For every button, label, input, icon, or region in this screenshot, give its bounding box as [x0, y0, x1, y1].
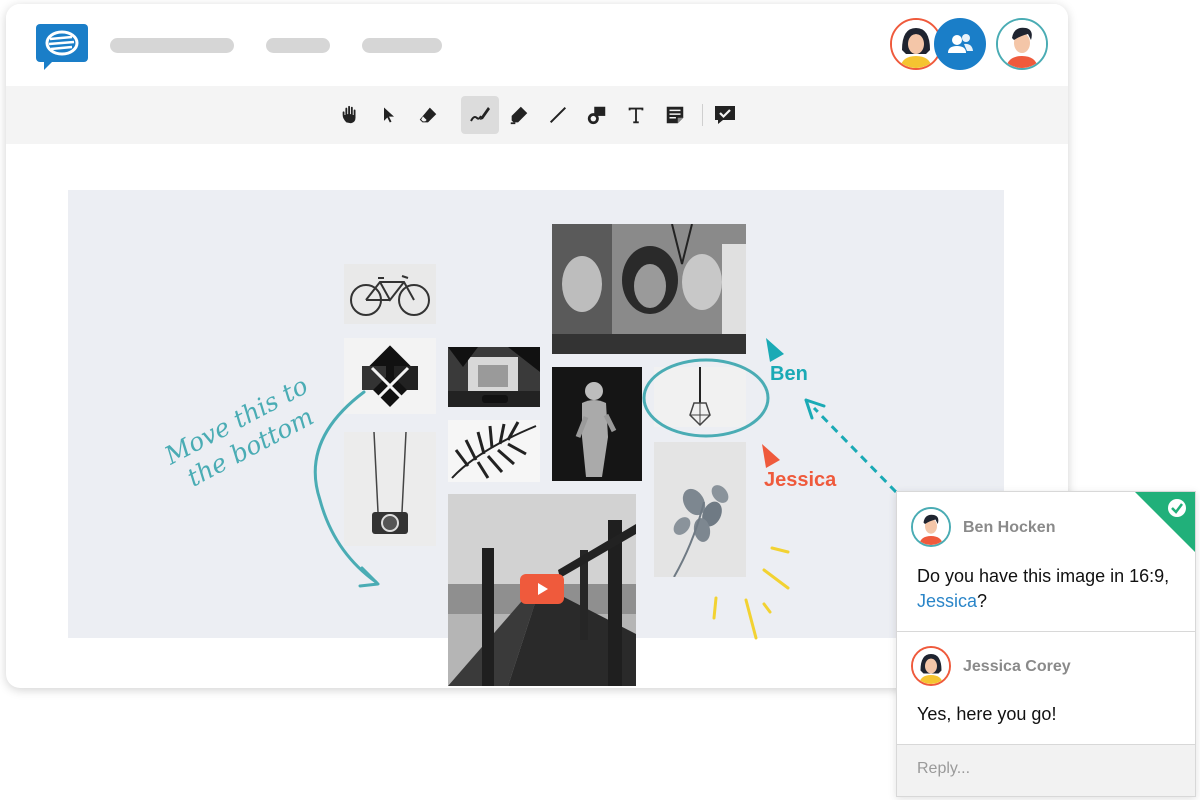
sparkle-icon	[712, 546, 790, 640]
comment-author-1: Ben Hocken	[963, 519, 1056, 536]
cursor-label-ben: Ben	[770, 363, 808, 385]
mention-jessica[interactable]: Jessica	[917, 591, 977, 611]
cursor-jessica-icon	[762, 444, 780, 468]
check-icon	[1168, 499, 1186, 517]
cursor-ben-icon	[766, 338, 784, 362]
comment-text-1: Do you have this image in 16:9, Jessica?	[917, 564, 1177, 614]
comment-avatar-ben	[911, 507, 951, 547]
comment-avatar-jessica	[911, 646, 951, 686]
curved-arrow-head	[358, 566, 380, 588]
comment-divider	[897, 631, 1195, 632]
comment-author-2: Jessica Corey	[963, 658, 1071, 675]
comment-text-1-body: Do you have this image in 16:9,	[917, 566, 1170, 586]
cursor-label-jessica: Jessica	[764, 469, 837, 491]
reply-placeholder: Reply...	[917, 760, 971, 777]
comment-text-2: Yes, here you go!	[917, 704, 1057, 724]
reply-input[interactable]: Reply...	[897, 744, 1195, 796]
highlight-circle	[642, 358, 770, 438]
comment-text-1-end: ?	[977, 591, 988, 611]
comment-thread-panel: Ben Hocken Do you have this image in 16:…	[896, 491, 1196, 797]
